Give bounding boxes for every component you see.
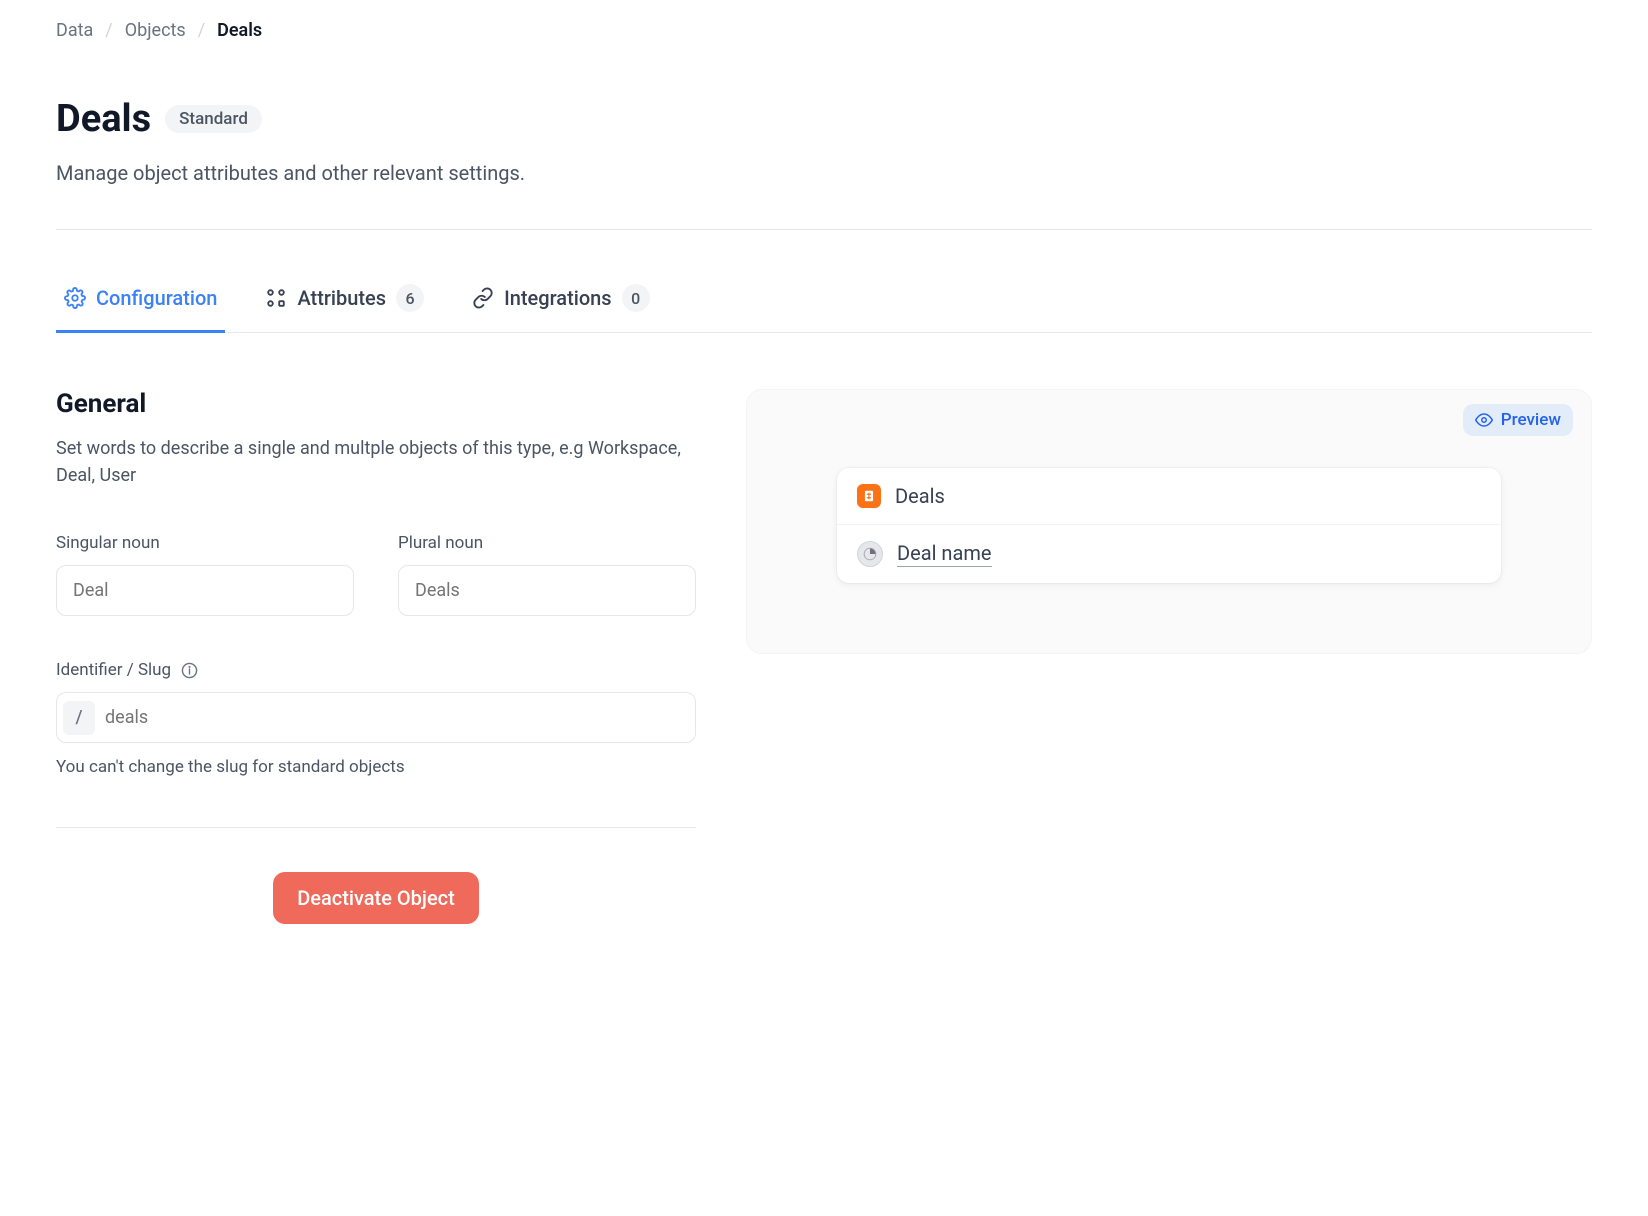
preview-item-label: Deal name (897, 541, 992, 567)
slug-input-wrap: / (56, 692, 696, 743)
tab-count-badge: 6 (396, 284, 424, 312)
grid-icon (265, 287, 287, 309)
tab-integrations[interactable]: Integrations 0 (464, 284, 658, 333)
page-header: Deals Standard Manage object attributes … (56, 97, 1592, 185)
page-title: Deals (56, 97, 151, 141)
preview-badge-label: Preview (1501, 410, 1561, 430)
link-icon (472, 287, 494, 309)
standard-badge: Standard (165, 105, 262, 133)
section-divider (56, 827, 696, 828)
preview-header-label: Deals (895, 484, 945, 508)
preview-badge: Preview (1463, 404, 1573, 436)
breadcrumb-separator: / (198, 20, 205, 41)
singular-noun-label: Singular noun (56, 533, 354, 553)
general-section-description: Set words to describe a single and multp… (56, 435, 696, 489)
breadcrumb-link-objects[interactable]: Objects (125, 20, 186, 41)
deactivate-object-button[interactable]: Deactivate Object (273, 872, 479, 924)
eye-icon (1475, 411, 1493, 429)
slug-prefix: / (63, 701, 95, 735)
preview-card-item: Deal name (837, 524, 1501, 583)
plural-noun-group: Plural noun (398, 533, 696, 616)
tabs: Configuration Attributes 6 Integrations … (56, 284, 1592, 333)
tab-configuration[interactable]: Configuration (56, 284, 225, 333)
singular-noun-group: Singular noun (56, 533, 354, 616)
singular-noun-input[interactable] (56, 565, 354, 616)
general-section-title: General (56, 389, 696, 419)
tab-label: Integrations (504, 286, 612, 310)
deal-item-icon (857, 541, 883, 567)
slug-label: Identifier / Slug (56, 660, 171, 680)
slug-group: Identifier / Slug / You can't change the… (56, 660, 696, 777)
preview-panel: Preview Deals (746, 389, 1592, 654)
plural-noun-input[interactable] (398, 565, 696, 616)
breadcrumb-current: Deals (217, 20, 262, 41)
tab-attributes[interactable]: Attributes 6 (257, 284, 432, 333)
plural-noun-label: Plural noun (398, 533, 696, 553)
slug-hint: You can't change the slug for standard o… (56, 757, 696, 777)
breadcrumb-link-data[interactable]: Data (56, 20, 93, 41)
breadcrumb: Data / Objects / Deals (56, 20, 1592, 41)
slug-input[interactable] (95, 699, 689, 736)
page-subtitle: Manage object attributes and other relev… (56, 161, 1592, 185)
preview-card: Deals Deal name (837, 468, 1501, 583)
preview-card-header: Deals (837, 468, 1501, 524)
tab-label: Attributes (297, 286, 386, 310)
tab-label: Configuration (96, 286, 217, 310)
info-icon[interactable] (181, 662, 198, 679)
header-divider (56, 229, 1592, 230)
gear-icon (64, 287, 86, 309)
deals-icon (857, 484, 881, 508)
breadcrumb-separator: / (105, 20, 112, 41)
tab-count-badge: 0 (622, 284, 650, 312)
